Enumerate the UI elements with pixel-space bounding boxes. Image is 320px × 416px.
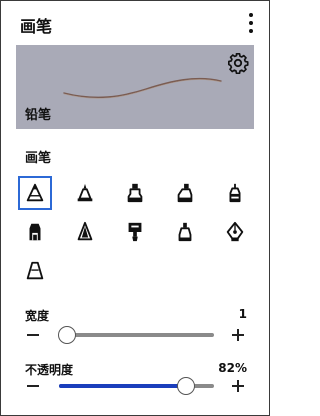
gear-icon[interactable] xyxy=(227,52,249,75)
width-increase-button[interactable] xyxy=(231,328,245,342)
fountain-pen-icon[interactable] xyxy=(218,215,252,249)
charcoal-icon[interactable] xyxy=(68,215,102,249)
stroke-preview: 铅笔 xyxy=(16,45,254,129)
brush-panel: 画笔 铅笔 画笔 宽度 1 不透明度 82% xyxy=(0,0,270,416)
width-label: 宽度 xyxy=(25,309,50,323)
width-decrease-button[interactable] xyxy=(26,328,40,342)
opacity-slider-thumb[interactable] xyxy=(177,377,196,395)
opacity-label: 不透明度 xyxy=(25,363,74,377)
highlighter-icon[interactable] xyxy=(168,176,202,210)
width-slider-thumb[interactable] xyxy=(57,326,76,344)
opacity-slider[interactable] xyxy=(59,377,214,395)
opacity-value: 82% xyxy=(218,361,247,375)
width-slider[interactable] xyxy=(57,326,214,344)
more-vert-icon[interactable] xyxy=(245,12,257,34)
eraser-icon[interactable] xyxy=(18,254,52,288)
stroke-sample xyxy=(63,77,222,99)
opacity-increase-button[interactable] xyxy=(231,379,245,393)
pencil-icon[interactable] xyxy=(18,176,52,210)
paint-brush-icon[interactable] xyxy=(118,215,152,249)
pen-icon[interactable] xyxy=(68,176,102,210)
chisel-marker-icon[interactable] xyxy=(168,215,202,249)
panel-header: 画笔 xyxy=(1,1,269,45)
brush-icon[interactable] xyxy=(218,176,252,210)
panel-title: 画笔 xyxy=(20,17,53,36)
opacity-slider-fill xyxy=(59,384,187,388)
width-value: 1 xyxy=(238,307,247,321)
opacity-decrease-button[interactable] xyxy=(26,379,40,393)
marker-icon[interactable] xyxy=(118,176,152,210)
brush-name-label: 铅笔 xyxy=(25,108,52,123)
brushes-section-label: 画笔 xyxy=(25,151,52,166)
crayon-icon[interactable] xyxy=(18,215,52,249)
